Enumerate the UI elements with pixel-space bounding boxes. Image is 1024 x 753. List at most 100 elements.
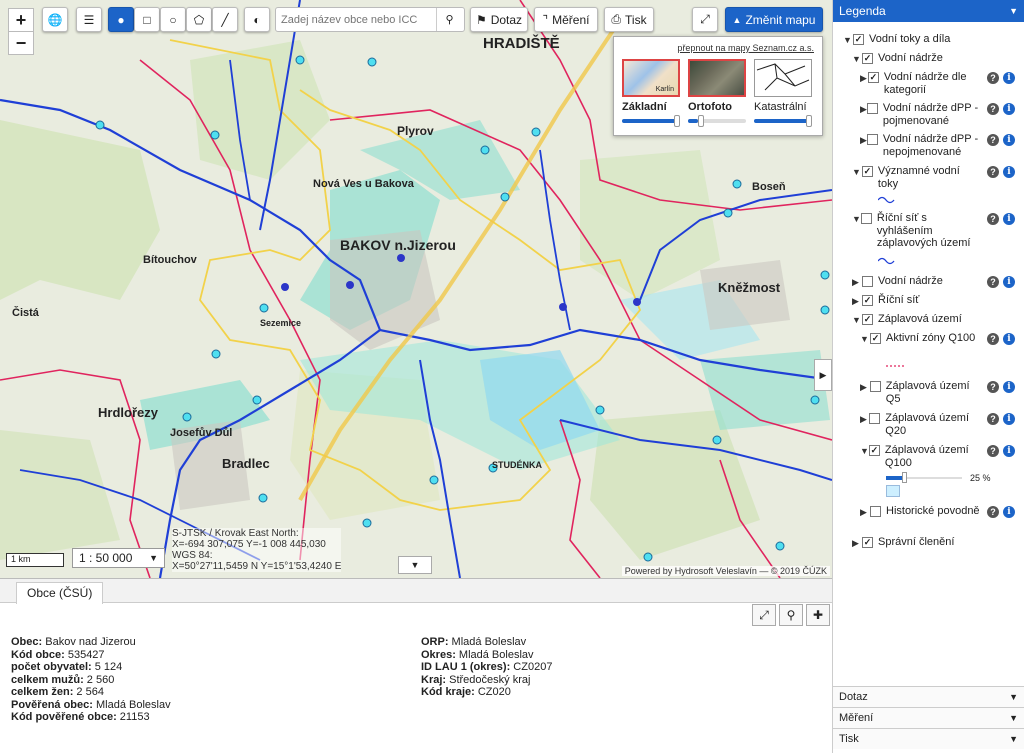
basemap-tile-ortofoto[interactable] (688, 59, 746, 97)
checkbox[interactable] (860, 213, 872, 224)
info-icon[interactable]: i (1003, 276, 1015, 288)
draw-point-button[interactable]: ● (108, 7, 134, 32)
checkbox[interactable]: ✓ (853, 34, 864, 45)
checkbox[interactable]: ✓ (862, 53, 873, 64)
accordion-tisk[interactable]: Tisk ▼ (833, 728, 1024, 749)
scale-select[interactable]: 1 : 50 000 ▼ (72, 548, 165, 568)
basemap-opacity-slider-ortofoto[interactable] (688, 115, 746, 127)
legend-item-vyznamne-toky[interactable]: ▼ ✓ Významné vodní toky (852, 165, 982, 190)
legend-item-ricni-sit[interactable]: ▶ ✓ Říční síť (852, 294, 919, 308)
caret-right-icon[interactable]: ▶ (860, 134, 867, 147)
legend-item-nadrze-kategorie[interactable]: ▶ ✓ Vodní nádrže dle kategorií (860, 71, 985, 96)
help-icon[interactable]: ? (987, 413, 999, 425)
help-icon[interactable]: ? (987, 213, 999, 225)
map-canvas[interactable]: HRADIŠTĚ BAKOV n.Jizerou Kněžmost Hrdloř… (0, 0, 832, 578)
info-icon[interactable]: i (1003, 413, 1015, 425)
search-box[interactable]: ⚲ (275, 7, 465, 32)
caret-down-icon[interactable]: ▼ (852, 213, 861, 226)
opacity-slider-knob[interactable] (902, 472, 907, 483)
caret-down-icon[interactable]: ▼ (860, 333, 870, 346)
caret-right-icon[interactable]: ▶ (860, 506, 870, 519)
caret-down-icon[interactable]: ▼ (843, 34, 853, 47)
caret-right-icon[interactable]: ▶ (860, 381, 870, 394)
legend-item-zaplavova-q100[interactable]: ▼ ✓ Záplavová území Q100 (860, 444, 985, 469)
info-icon[interactable]: i (1003, 103, 1015, 115)
search-icon[interactable]: ⚲ (436, 8, 462, 31)
opacity-slider-track[interactable] (907, 477, 962, 479)
legend-item-zaplavova-uzemi[interactable]: ▼ ✓ Záplavová území (852, 313, 962, 327)
collapse-legend-button[interactable]: ▶ (814, 359, 832, 391)
caret-down-icon[interactable]: ▼ (860, 445, 869, 458)
legend-item-vodni-toky[interactable]: ▼ ✓ Vodní toky a díla (843, 33, 950, 47)
caret-down-icon[interactable]: ▼ (852, 53, 862, 66)
checkbox[interactable] (870, 506, 881, 517)
zoom-out-button[interactable]: − (8, 31, 34, 55)
caret-right-icon[interactable]: ▶ (852, 537, 862, 550)
mereni-button[interactable]: ⌝ Měření (534, 7, 598, 32)
basemap-tile-zakladni[interactable]: Karlín (622, 59, 680, 97)
caret-right-icon[interactable]: ▶ (860, 103, 867, 116)
checkbox[interactable] (866, 103, 878, 114)
help-icon[interactable]: ? (987, 103, 999, 115)
info-icon[interactable]: i (1003, 72, 1015, 84)
legend-item-historicke-povodne[interactable]: ▶ Historické povodně (860, 505, 985, 519)
legend-item-zaplavova-q5[interactable]: ▶ Záplavová území Q5 (860, 380, 985, 405)
legend-item-ricni-sit-zaplavova[interactable]: ▼ Říční síť s vyhlášením záplavových územ… (852, 212, 982, 250)
zmenit-mapu-button[interactable]: ▲ Změnit mapu (725, 7, 823, 32)
accordion-mereni[interactable]: Měření ▼ (833, 707, 1024, 728)
help-icon[interactable]: ? (987, 134, 999, 146)
info-icon[interactable]: i (1003, 506, 1015, 518)
legend-item-nadrze-dpp-nepojmenovane[interactable]: ▶ Vodní nádrže dPP - nepojmenované (860, 133, 985, 158)
legend-header[interactable]: Legenda ▼ (833, 0, 1024, 22)
legend-item-nadrze-dpp-pojmenovane[interactable]: ▶ Vodní nádrže dPP - pojmenované (860, 102, 985, 127)
checkbox[interactable]: ✓ (867, 72, 879, 83)
caret-right-icon[interactable]: ▶ (852, 295, 862, 308)
add-button[interactable]: ✚ (806, 604, 830, 626)
checkbox[interactable] (866, 134, 878, 145)
zoom-to-feature-button[interactable]: ⤢ (752, 604, 776, 626)
draw-rectangle-button[interactable]: □ (134, 7, 160, 32)
tisk-button[interactable]: ⎙ Tisk (604, 7, 654, 32)
legend-item-vodni-nadrze-2[interactable]: ▶ Vodní nádrže (852, 275, 943, 289)
tab-obce-csu[interactable]: Obce (ČSÚ) (16, 582, 104, 604)
checkbox[interactable]: ✓ (862, 314, 873, 325)
zoom-in-button[interactable]: + (8, 8, 34, 32)
info-icon[interactable]: i (1003, 166, 1015, 178)
draw-line-button[interactable]: ╱ (212, 7, 238, 32)
info-icon[interactable]: i (1003, 134, 1015, 146)
help-icon[interactable]: ? (987, 72, 999, 84)
draw-circle-button[interactable]: ○ (160, 7, 186, 32)
slider-knob[interactable] (674, 115, 680, 127)
help-icon[interactable]: ? (987, 445, 999, 457)
caret-down-icon[interactable]: ▼ (852, 314, 862, 327)
basemap-opacity-slider-zakladni[interactable] (622, 115, 680, 127)
caret-right-icon[interactable]: ▶ (860, 413, 869, 426)
checkbox[interactable] (862, 276, 873, 287)
checkbox[interactable]: ✓ (862, 295, 873, 306)
info-icon[interactable]: i (1003, 333, 1015, 345)
menu-button[interactable]: ☰ (76, 7, 102, 32)
checkbox[interactable] (869, 413, 881, 424)
caret-down-icon[interactable]: ▼ (852, 166, 862, 179)
slider-knob[interactable] (698, 115, 704, 127)
help-icon[interactable]: ? (987, 333, 999, 345)
zoom-search-button[interactable]: ⚲ (779, 604, 803, 626)
help-icon[interactable]: ? (987, 276, 999, 288)
info-icon[interactable]: i (1003, 445, 1015, 457)
accordion-dotaz[interactable]: Dotaz ▼ (833, 686, 1024, 707)
checkbox[interactable]: ✓ (868, 445, 880, 456)
legend-item-aktivni-zony[interactable]: ▼ ✓ Aktivní zóny Q100 (860, 332, 985, 346)
checkbox[interactable]: ✓ (870, 333, 881, 344)
help-icon[interactable]: ? (987, 166, 999, 178)
draw-polygon-button[interactable]: ⬠ (186, 7, 212, 32)
caret-right-icon[interactable]: ▶ (860, 72, 868, 85)
caret-right-icon[interactable]: ▶ (852, 276, 862, 289)
checkbox[interactable]: ✓ (862, 537, 873, 548)
info-icon[interactable]: i (1003, 213, 1015, 225)
collapse-bottom-panel-button[interactable]: ▼ (398, 556, 432, 574)
legend-item-zaplavova-q20[interactable]: ▶ Záplavová území Q20 (860, 412, 985, 437)
legend-item-vodni-nadrze[interactable]: ▼ ✓ Vodní nádrže (852, 52, 943, 66)
checkbox[interactable]: ✓ (861, 166, 873, 177)
dotaz-button[interactable]: ⚑ Dotaz (470, 7, 528, 32)
slider-knob[interactable] (806, 115, 812, 127)
